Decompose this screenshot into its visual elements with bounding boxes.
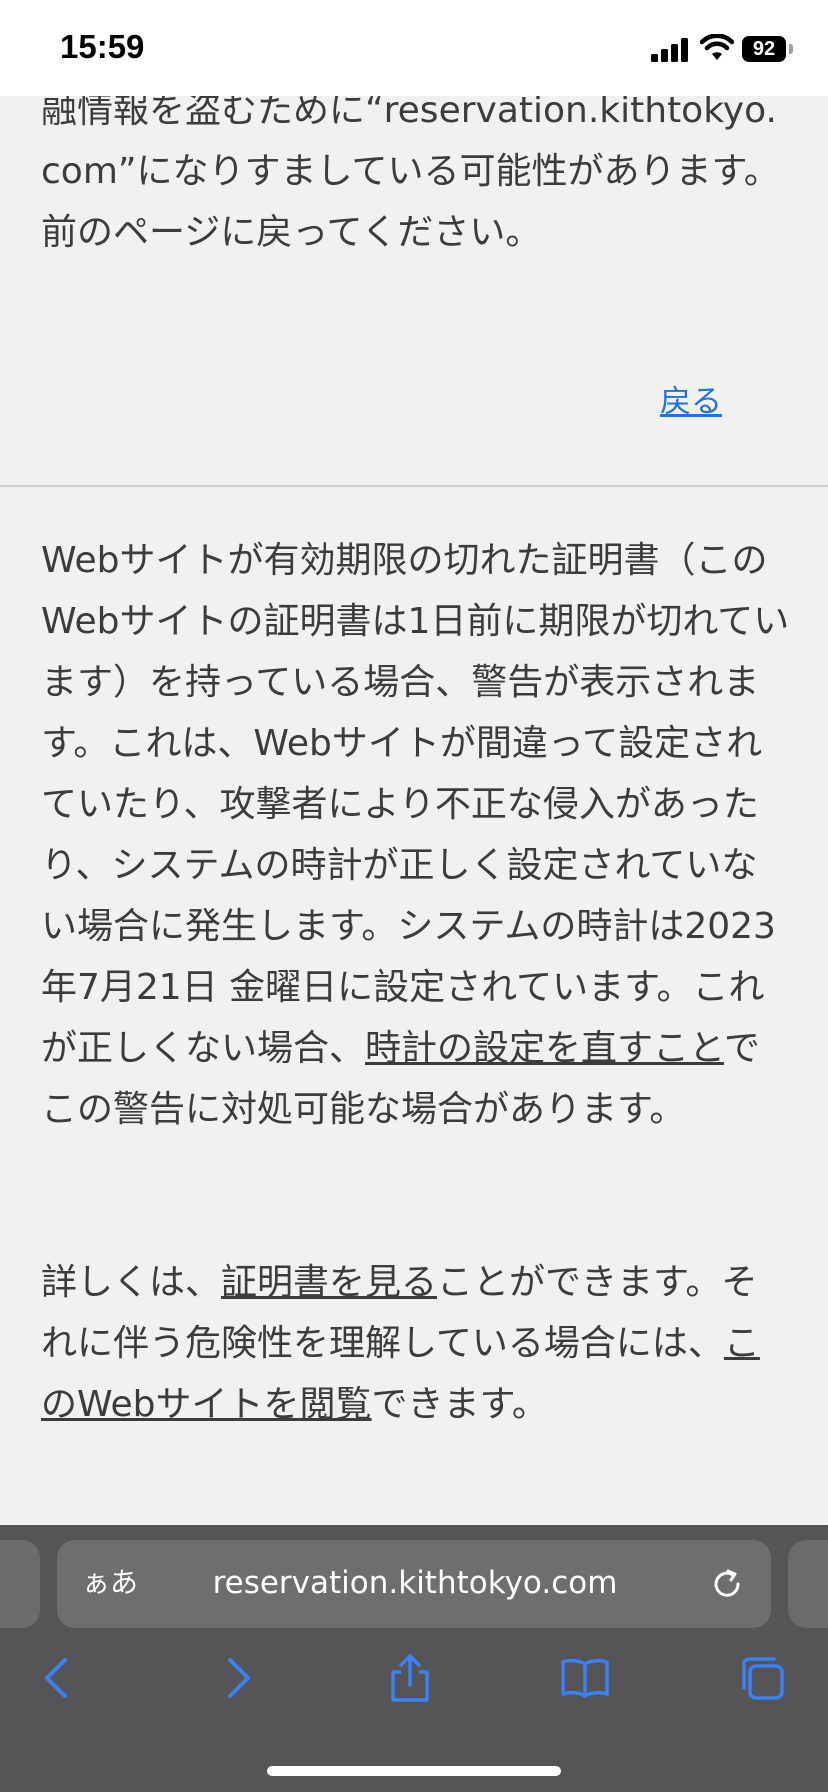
share-icon[interactable] (384, 1652, 436, 1704)
reload-icon[interactable] (708, 1565, 746, 1603)
warning-intro-text: 融情報を盗むために“reservation.kithtokyo.com”になりす… (41, 80, 791, 263)
certificate-explanation: Webサイトが有効期限の切れた証明書（このWebサイトの証明書は1日前に期限が切… (41, 530, 791, 1140)
battery-level: 92 (752, 38, 776, 60)
detail-suffix: できます。 (371, 1384, 548, 1425)
battery-nub (789, 44, 793, 54)
next-tab-preview[interactable] (788, 1540, 828, 1628)
details-paragraph: 詳しくは、証明書を見ることができます。それに伴う危険性を理解している場合には、こ… (41, 1252, 791, 1435)
status-time: 15:59 (60, 28, 145, 65)
url-display[interactable]: reservation.kithtokyo.com (170, 1563, 660, 1603)
main-text-1: Webサイトが有効期限の切れた証明書（このWebサイトの証明書は1日前に期限が切… (41, 540, 790, 1069)
home-indicator[interactable] (267, 1766, 561, 1776)
back-icon[interactable] (32, 1652, 84, 1704)
status-bar: 15:59 92 (0, 0, 828, 96)
intro-text: 融情報を盗むために“reservation.kithtokyo.com”になりす… (41, 90, 780, 253)
view-certificate-link[interactable]: 証明書を見る (221, 1262, 437, 1303)
signal-icon (651, 38, 688, 62)
previous-tab-preview[interactable] (0, 1540, 40, 1628)
divider (0, 485, 828, 487)
fix-clock-link[interactable]: 時計の設定を直すこと (365, 1028, 724, 1069)
detail-prefix: 詳しくは、 (41, 1262, 222, 1303)
back-link[interactable]: 戻る (660, 376, 722, 421)
bookmarks-icon[interactable] (559, 1652, 611, 1704)
battery-icon: 92 (742, 36, 786, 62)
wifi-icon (700, 34, 734, 60)
forward-icon[interactable] (211, 1652, 263, 1704)
page-settings-button[interactable]: ぁあ (82, 1563, 142, 1603)
warning-page: 融情報を盗むために“reservation.kithtokyo.com”になりす… (0, 0, 828, 1525)
tabs-icon[interactable] (736, 1652, 788, 1704)
